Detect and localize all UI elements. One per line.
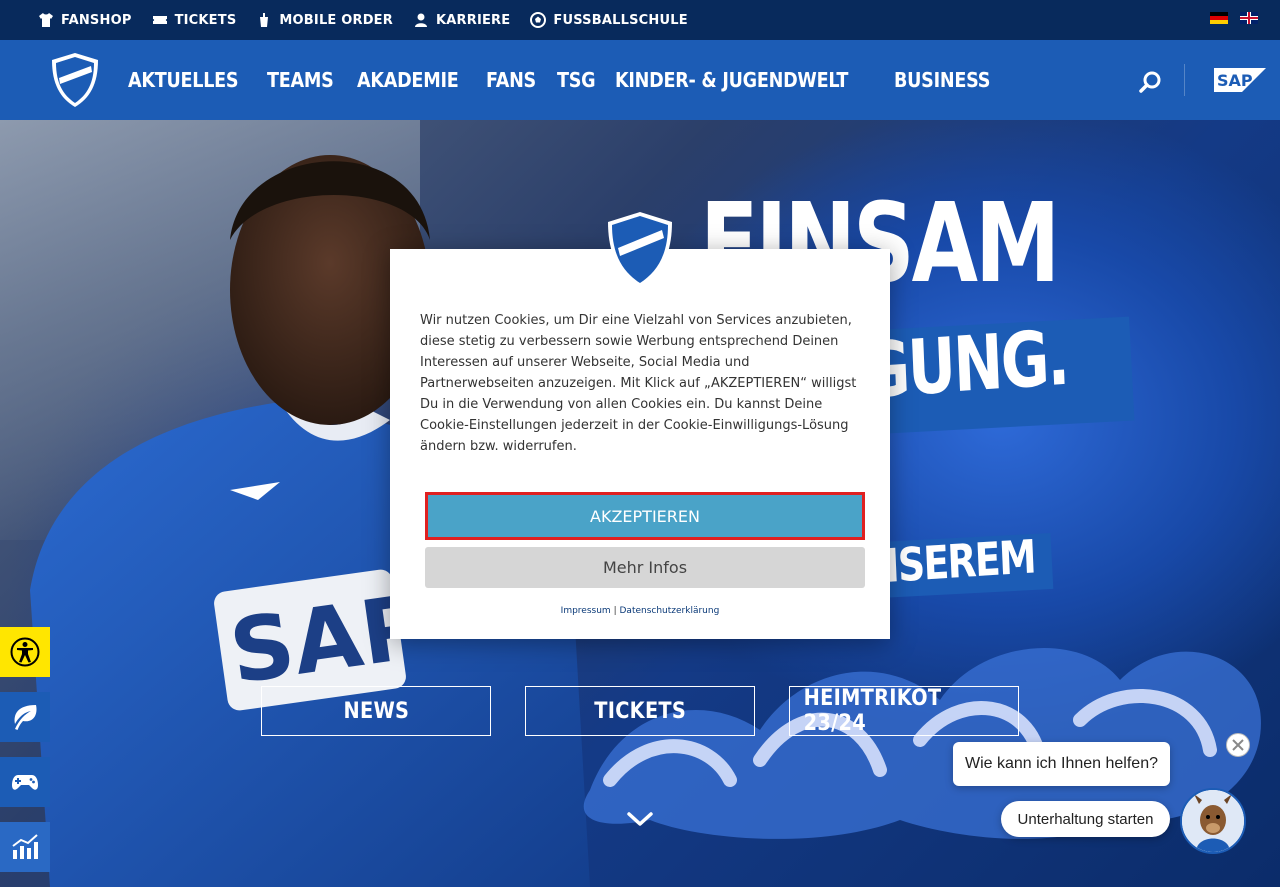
chat-mascot-avatar[interactable] [1180, 788, 1246, 854]
accessibility-icon [10, 637, 40, 667]
leaf-icon [14, 705, 37, 730]
chat-close-button[interactable] [1226, 733, 1250, 757]
tickets-link[interactable]: TICKETS [152, 12, 237, 28]
accept-cookies-button[interactable]: AKZEPTIEREN [425, 492, 865, 540]
more-info-button[interactable]: Mehr Infos [425, 547, 865, 588]
uk-flag-icon[interactable] [1240, 12, 1258, 24]
chat-start-button[interactable]: Unterhaltung starten [1001, 801, 1170, 837]
chat-prompt-bubble: Wie kann ich Ihnen helfen? [953, 742, 1170, 786]
mobile-order-label: MOBILE ORDER [279, 12, 393, 28]
mascot-icon [1182, 790, 1244, 852]
nav-item-tsg[interactable]: TSG [557, 68, 596, 92]
cookie-consent-text: Wir nutzen Cookies, um Dir eine Vielzahl… [420, 313, 857, 454]
chevron-down-icon[interactable] [626, 810, 654, 828]
close-icon [1232, 739, 1244, 751]
sap-logo-text: SAP [1217, 71, 1253, 90]
nav-item-akademie[interactable]: AKADEMIE [357, 68, 459, 92]
nav-item-teams[interactable]: TEAMS [267, 68, 334, 92]
cookie-consent-dialog: Wir nutzen Cookies, um Dir eine Vielzahl… [390, 249, 890, 639]
hero-unserem: NSEREM [866, 529, 1036, 594]
tickets-button[interactable]: TICKETS [525, 686, 755, 736]
statistics-button[interactable] [0, 822, 50, 872]
tickets-label: TICKETS [174, 12, 237, 28]
fussballschule-link[interactable]: FUSSBALLSCHULE [530, 12, 688, 28]
utility-bar: FANSHOP TICKETS MOBILE ORDER KARRIERE FU… [0, 0, 1280, 40]
cookie-dialog-crest-icon [608, 212, 672, 288]
nav-item-business[interactable]: BUSINESS [894, 68, 990, 92]
nav-menu: AKTUELLES TEAMS AKADEMIE FANS TSG KINDER… [128, 40, 995, 120]
fanshop-link[interactable]: FANSHOP [38, 12, 132, 28]
footer-separator: | [613, 606, 617, 616]
main-navigation: AKTUELLES TEAMS AKADEMIE FANS TSG KINDER… [0, 40, 1280, 120]
heimtrikot-button[interactable]: HEIMTRIKOT 23/24 [789, 686, 1019, 736]
football-icon [530, 12, 547, 28]
sap-sponsor-logo[interactable]: SAP [1214, 68, 1266, 92]
accessibility-button[interactable] [0, 627, 50, 677]
karriere-link[interactable]: KARRIERE [413, 12, 510, 28]
news-button[interactable]: NEWS [261, 686, 491, 736]
search-icon[interactable] [1138, 70, 1162, 94]
tickets-button-label: TICKETS [594, 698, 686, 724]
person-icon [414, 13, 427, 27]
shirt-icon [39, 13, 53, 27]
club-crest-icon[interactable] [50, 52, 100, 108]
cookie-footer-links: Impressum | Datenschutzerklärung [390, 606, 890, 616]
news-button-label: NEWS [343, 698, 409, 724]
impressum-link[interactable]: Impressum [561, 606, 611, 616]
sustainability-button[interactable] [0, 692, 50, 742]
datenschutz-link[interactable]: Datenschutzerklärung [620, 606, 720, 616]
nav-item-kinder-jugendwelt[interactable]: KINDER- & JUGENDWELT [615, 68, 848, 92]
fussballschule-label: FUSSBALLSCHULE [553, 12, 688, 28]
utility-links: FANSHOP TICKETS MOBILE ORDER KARRIERE FU… [38, 0, 688, 40]
gaming-button[interactable] [0, 757, 50, 807]
ticket-icon [152, 16, 167, 24]
nav-item-aktuelles[interactable]: AKTUELLES [128, 68, 239, 92]
drink-icon [260, 13, 269, 27]
karriere-label: KARRIERE [435, 12, 511, 28]
chart-icon [12, 834, 38, 859]
nav-divider [1184, 64, 1185, 96]
heimtrikot-button-label: HEIMTRIKOT 23/24 [803, 686, 942, 736]
language-switcher [1210, 12, 1258, 24]
mobile-order-link[interactable]: MOBILE ORDER [256, 12, 393, 28]
gamepad-icon [12, 775, 38, 790]
nav-item-fans[interactable]: FANS [486, 68, 536, 92]
de-flag-icon[interactable] [1210, 12, 1228, 24]
fanshop-label: FANSHOP [61, 12, 132, 28]
